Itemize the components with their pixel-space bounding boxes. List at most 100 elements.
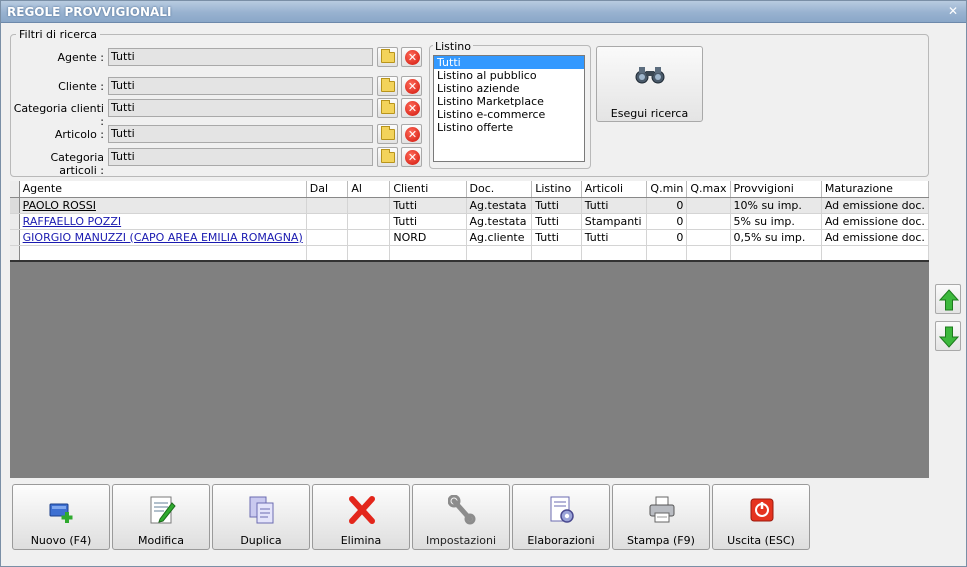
agente-field[interactable]: Tutti xyxy=(108,48,373,66)
processing-button[interactable]: Elaborazioni xyxy=(512,484,610,550)
delete-button[interactable]: Elimina xyxy=(312,484,410,550)
cell-agente[interactable] xyxy=(19,245,307,262)
cell-qmin: 0 xyxy=(646,213,688,230)
search-button-label: Esegui ricerca xyxy=(610,107,689,120)
column-header[interactable]: Q.min xyxy=(646,181,688,198)
row-selector[interactable] xyxy=(10,197,20,214)
categoria-articoli-field[interactable]: Tutti xyxy=(108,148,373,166)
cell-qmin: 0 xyxy=(646,229,688,246)
arrow-up-icon xyxy=(939,289,959,311)
column-header[interactable]: Dal xyxy=(306,181,349,198)
column-header[interactable]: Clienti xyxy=(389,181,467,198)
agente-browse-button[interactable] xyxy=(377,47,398,67)
listino-item[interactable]: Listino al pubblico xyxy=(434,69,584,82)
move-down-button[interactable] xyxy=(935,321,961,351)
cell-qmin xyxy=(646,245,688,262)
column-header[interactable]: Articoli xyxy=(581,181,648,198)
cell-al xyxy=(347,197,391,214)
agente-link[interactable]: PAOLO ROSSI xyxy=(23,199,96,212)
process-icon xyxy=(550,496,574,523)
duplicate-button[interactable]: Duplica xyxy=(212,484,310,550)
column-header[interactable]: Listino xyxy=(531,181,582,198)
duplicate-icon xyxy=(249,496,274,524)
listino-group-title: Listino xyxy=(433,40,473,53)
cell-doc: Ag.cliente xyxy=(466,229,533,246)
listino-item[interactable]: Tutti xyxy=(434,56,584,69)
cell-al xyxy=(347,229,391,246)
cell-articoli: Tutti xyxy=(581,229,648,246)
categoria-clienti-field[interactable]: Tutti xyxy=(108,99,373,117)
categoria-clienti-browse-button[interactable] xyxy=(377,98,398,118)
cell-maturazione xyxy=(821,245,930,262)
categoria-articoli-clear-button[interactable]: ✕ xyxy=(401,147,422,167)
categoria-clienti-clear-button[interactable]: ✕ xyxy=(401,98,422,118)
cell-clienti: Tutti xyxy=(389,197,467,214)
close-icon[interactable]: ✕ xyxy=(948,4,958,18)
column-header[interactable]: Q.max xyxy=(686,181,731,198)
column-header[interactable]: Agente xyxy=(19,181,307,198)
cliente-clear-button[interactable]: ✕ xyxy=(401,76,422,96)
column-header[interactable]: Doc. xyxy=(466,181,533,198)
new-button[interactable]: Nuovo (F4) xyxy=(12,484,110,550)
articolo-browse-button[interactable] xyxy=(377,124,398,144)
cell-maturazione: Ad emissione doc. xyxy=(821,197,930,214)
printer-icon xyxy=(649,496,675,523)
exit-icon xyxy=(750,498,774,522)
folder-icon xyxy=(381,126,395,140)
listino-item[interactable]: Listino aziende xyxy=(434,82,584,95)
cliente-field[interactable]: Tutti xyxy=(108,77,373,95)
edit-icon xyxy=(150,496,176,524)
agente-clear-button[interactable]: ✕ xyxy=(401,47,422,67)
move-up-button[interactable] xyxy=(935,284,961,314)
table-row[interactable]: RAFFAELLO POZZI Tutti Ag.testata Tutti S… xyxy=(10,213,930,230)
table-row[interactable]: PAOLO ROSSI Tutti Ag.testata Tutti Tutti… xyxy=(10,197,930,214)
cell-agente[interactable]: PAOLO ROSSI xyxy=(19,197,307,214)
cell-qmax xyxy=(686,245,731,262)
search-button[interactable]: Esegui ricerca xyxy=(596,46,703,122)
exit-button-label: Uscita (ESC) xyxy=(727,534,795,547)
settings-button[interactable]: Impostazioni xyxy=(412,484,510,550)
cell-qmin: 0 xyxy=(646,197,688,214)
grid-header-row: Agente Dal Al Clienti Doc. Listino Artic… xyxy=(10,181,930,198)
column-header[interactable]: Maturazione xyxy=(821,181,930,198)
table-row-new[interactable] xyxy=(10,245,930,262)
cell-provvigioni: 0,5% su imp. xyxy=(730,229,822,246)
filters-group-title: Filtri di ricerca xyxy=(16,28,101,41)
cell-maturazione: Ad emissione doc. xyxy=(821,213,930,230)
column-header[interactable]: Al xyxy=(347,181,391,198)
clear-icon: ✕ xyxy=(405,79,420,94)
cell-agente[interactable]: RAFFAELLO POZZI xyxy=(19,213,307,230)
print-button[interactable]: Stampa (F9) xyxy=(612,484,710,550)
exit-button[interactable]: Uscita (ESC) xyxy=(712,484,810,550)
cell-listino: Tutti xyxy=(531,229,582,246)
cell-dal xyxy=(306,245,349,262)
row-selector[interactable] xyxy=(10,229,20,246)
cliente-browse-button[interactable] xyxy=(377,76,398,96)
cell-clienti: NORD xyxy=(389,229,467,246)
cell-clienti xyxy=(389,245,467,262)
cell-agente[interactable]: GIORGIO MANUZZI (CAPO AREA EMILIA ROMAGN… xyxy=(19,229,307,246)
cell-articoli xyxy=(581,245,648,262)
listino-item[interactable]: Listino Marketplace xyxy=(434,95,584,108)
cell-dal xyxy=(306,229,349,246)
agente-link[interactable]: GIORGIO MANUZZI (CAPO AREA EMILIA ROMAGN… xyxy=(23,231,303,244)
listino-listbox[interactable]: Tutti Listino al pubblico Listino aziend… xyxy=(433,55,585,162)
table-row[interactable]: GIORGIO MANUZZI (CAPO AREA EMILIA ROMAGN… xyxy=(10,229,930,246)
edit-button[interactable]: Modifica xyxy=(112,484,210,550)
new-button-label: Nuovo (F4) xyxy=(30,534,92,547)
agente-link[interactable]: RAFFAELLO POZZI xyxy=(23,215,121,228)
listino-item[interactable]: Listino e-commerce xyxy=(434,108,584,121)
folder-icon xyxy=(381,49,395,63)
row-selector[interactable] xyxy=(10,245,20,262)
articolo-field[interactable]: Tutti xyxy=(108,125,373,143)
folder-icon xyxy=(381,100,395,114)
cell-maturazione: Ad emissione doc. xyxy=(821,229,930,246)
row-selector[interactable] xyxy=(10,213,20,230)
column-header[interactable]: Provvigioni xyxy=(730,181,822,198)
print-button-label: Stampa (F9) xyxy=(627,534,695,547)
listino-item[interactable]: Listino offerte xyxy=(434,121,584,134)
cell-articoli: Tutti xyxy=(581,197,648,214)
categoria-articoli-browse-button[interactable] xyxy=(377,147,398,167)
articolo-clear-button[interactable]: ✕ xyxy=(401,124,422,144)
delete-icon xyxy=(349,496,375,524)
